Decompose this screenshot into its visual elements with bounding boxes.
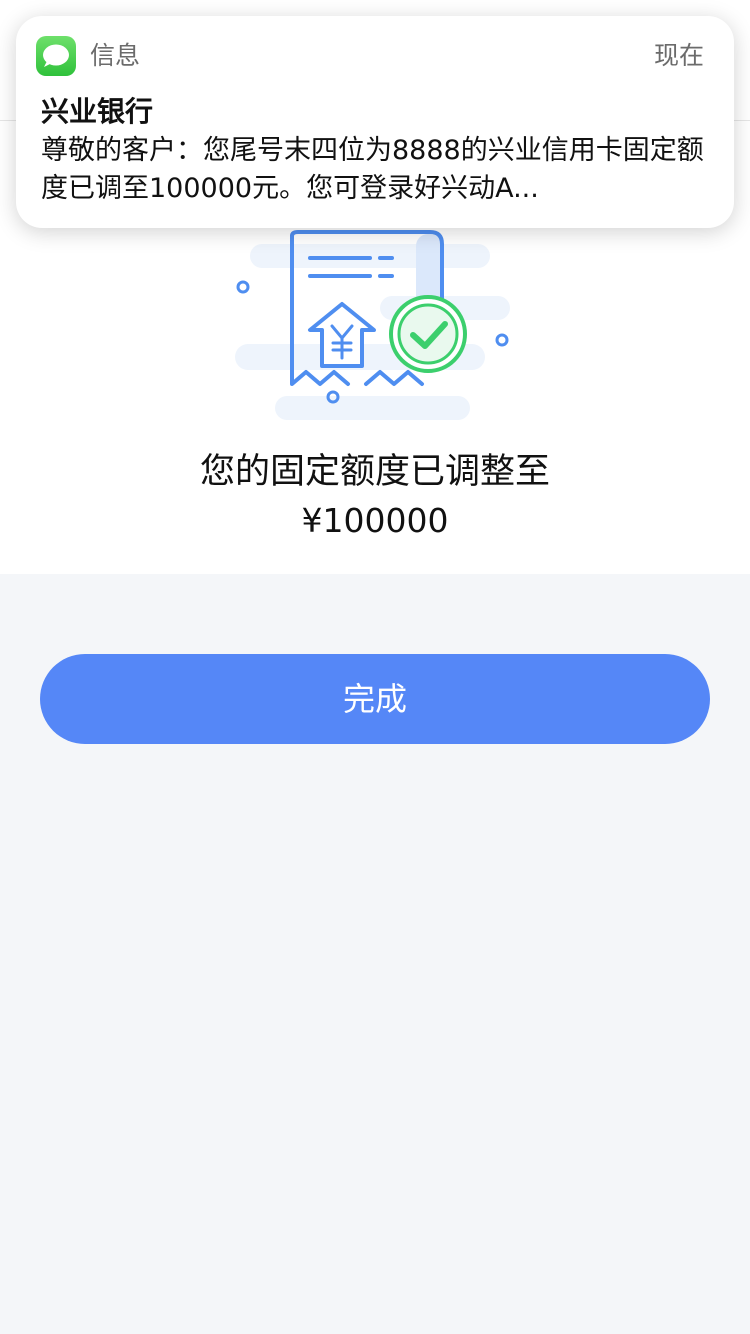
notification-message: 尊敬的客户：您尾号末四位为8888的兴业信用卡固定额度已调至100000元。您可…	[41, 135, 704, 204]
credit-limit-amount: ¥100000	[301, 501, 449, 540]
decor-dot-left	[236, 280, 250, 294]
messages-app-icon	[36, 36, 76, 76]
result-title: 您的固定额度已调整至	[199, 452, 550, 492]
notification-app-name: 信息	[90, 41, 141, 70]
notification-time: 现在	[653, 41, 704, 70]
bg-blob-bottom	[275, 396, 470, 420]
decor-dot-right	[495, 333, 509, 347]
credit-limit-illustration	[235, 230, 510, 420]
page: 您的固定额度已调整至 ¥100000 完成 信息 现在 兴业银行 尊敬的客户：您…	[0, 0, 750, 1334]
check-circle-icon	[389, 295, 467, 373]
done-button[interactable]: 完成	[40, 654, 710, 744]
message-notification-banner[interactable]: 信息 现在 兴业银行 尊敬的客户：您尾号末四位为8888的兴业信用卡固定额度已调…	[16, 16, 734, 228]
notification-sender: 兴业银行	[41, 95, 154, 128]
